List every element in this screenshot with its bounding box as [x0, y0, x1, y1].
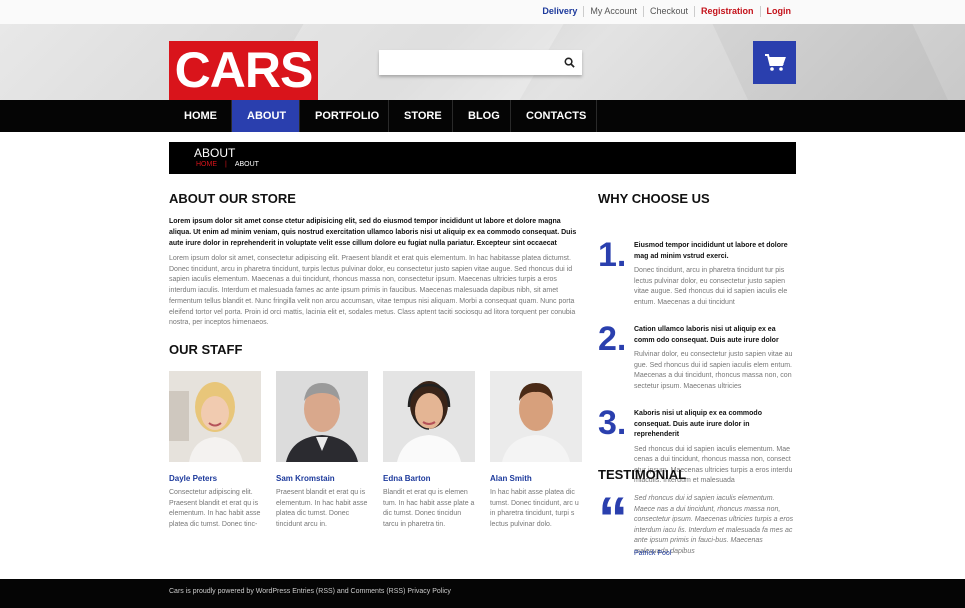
why-heading: WHY CHOOSE US	[598, 191, 710, 206]
staff-member: Sam Kromstain Praesent blandit et erat q…	[276, 371, 368, 530]
staff-name[interactable]: Sam Kromstain	[276, 474, 368, 483]
search-input[interactable]	[379, 50, 556, 75]
top-link-registration[interactable]: Registration	[695, 6, 761, 17]
staff-name[interactable]: Edna Barton	[383, 474, 475, 483]
nav-about[interactable]: ABOUT	[232, 100, 300, 132]
nav-contacts[interactable]: CONTACTS	[511, 100, 597, 132]
breadcrumb-current: ABOUT	[234, 161, 259, 168]
nav-blog[interactable]: BLOG	[453, 100, 511, 132]
breadcrumb: HOME | ABOUT	[192, 161, 263, 168]
page-title: ABOUT	[194, 146, 236, 160]
top-link-login[interactable]: Login	[761, 6, 798, 17]
staff-desc: Praesent blandit et erat qu is elementum…	[276, 489, 368, 528]
staff-member: Dayle Peters Consectetur adipiscing elit…	[169, 371, 261, 530]
cart-icon	[764, 53, 786, 71]
why-number: 3.	[598, 404, 627, 442]
why-item: 3. Kaboris nisi ut aliquip ex ea commodo…	[598, 384, 796, 484]
why-item-title: Cation ullamco laboris nisi ut aliquip e…	[634, 326, 779, 344]
breadcrumb-separator: |	[225, 161, 227, 168]
top-bar: Delivery My Account Checkout Registratio…	[0, 0, 965, 24]
why-item-title: Eiusmod tempor incididunt ut labore et d…	[634, 242, 788, 260]
nav-portfolio[interactable]: PORTFOLIO	[300, 100, 389, 132]
why-item: 2. Cation ullamco laboris nisi ut aliqui…	[598, 300, 796, 390]
cart-button[interactable]	[753, 41, 796, 84]
testimonial-heading: TESTIMONIAL	[598, 467, 687, 482]
main-nav: HOME ABOUT PORTFOLIO STORE BLOG CONTACTS	[0, 100, 965, 132]
top-link-my-account[interactable]: My Account	[584, 6, 644, 17]
about-lead: Lorem ipsum dolor sit amet conse ctetur …	[169, 218, 577, 247]
quote-icon: “	[598, 485, 628, 552]
testimonial-text: Sed rhoncus dui id sapien iaculis elemen…	[634, 495, 794, 555]
nav-store[interactable]: STORE	[389, 100, 453, 132]
search-button[interactable]	[556, 50, 582, 75]
top-links: Delivery My Account Checkout Registratio…	[536, 6, 797, 17]
top-link-delivery[interactable]: Delivery	[536, 6, 585, 17]
staff-photo[interactable]	[490, 371, 582, 462]
search-icon	[564, 57, 575, 68]
why-item: 1. Eiusmod tempor incididunt ut labore e…	[598, 216, 796, 306]
nav-home[interactable]: HOME	[169, 100, 232, 132]
footer: Cars is proudly powered by WordPress Ent…	[0, 579, 965, 608]
top-link-checkout[interactable]: Checkout	[644, 6, 695, 17]
why-number: 2.	[598, 320, 627, 358]
why-number: 1.	[598, 236, 627, 274]
staff-desc: Blandit et erat qu is elemen tum. In hac…	[383, 489, 475, 528]
staff-photo[interactable]	[169, 371, 261, 462]
search-box	[379, 50, 582, 75]
why-item-title: Kaboris nisi ut aliquip ex ea commodo co…	[634, 410, 762, 438]
staff-desc: Consectetur adipiscing elit. Praesent bl…	[169, 489, 261, 528]
staff-photo[interactable]	[276, 371, 368, 462]
staff-member: Edna Barton Blandit et erat qu is elemen…	[383, 371, 475, 530]
staff-name[interactable]: Alan Smith	[490, 474, 582, 483]
about-heading: ABOUT OUR STORE	[169, 191, 296, 206]
site-logo[interactable]: CARS	[169, 41, 318, 100]
about-body: Lorem ipsum dolor sit amet, consectetur …	[169, 255, 576, 327]
breadcrumb-home[interactable]: HOME	[192, 161, 221, 168]
staff-desc: In hac habit asse platea dic tumst. Done…	[490, 489, 579, 528]
about-section: ABOUT OUR STORE Lorem ipsum dolor sit am…	[169, 191, 581, 329]
why-section: WHY CHOOSE US 1. Eiusmod tempor incididu…	[598, 191, 796, 484]
testimonial-author[interactable]: Patrick Pool	[634, 550, 671, 557]
staff-photo[interactable]	[383, 371, 475, 462]
staff-member: Alan Smith In hac habit asse platea dic …	[490, 371, 582, 530]
footer-text: Cars is proudly powered by WordPress Ent…	[169, 588, 451, 595]
staff-name[interactable]: Dayle Peters	[169, 474, 261, 483]
page-title-bar: ABOUT HOME | ABOUT	[169, 142, 796, 174]
staff-heading: OUR STAFF	[169, 342, 243, 357]
staff-list: Dayle Peters Consectetur adipiscing elit…	[169, 371, 582, 530]
